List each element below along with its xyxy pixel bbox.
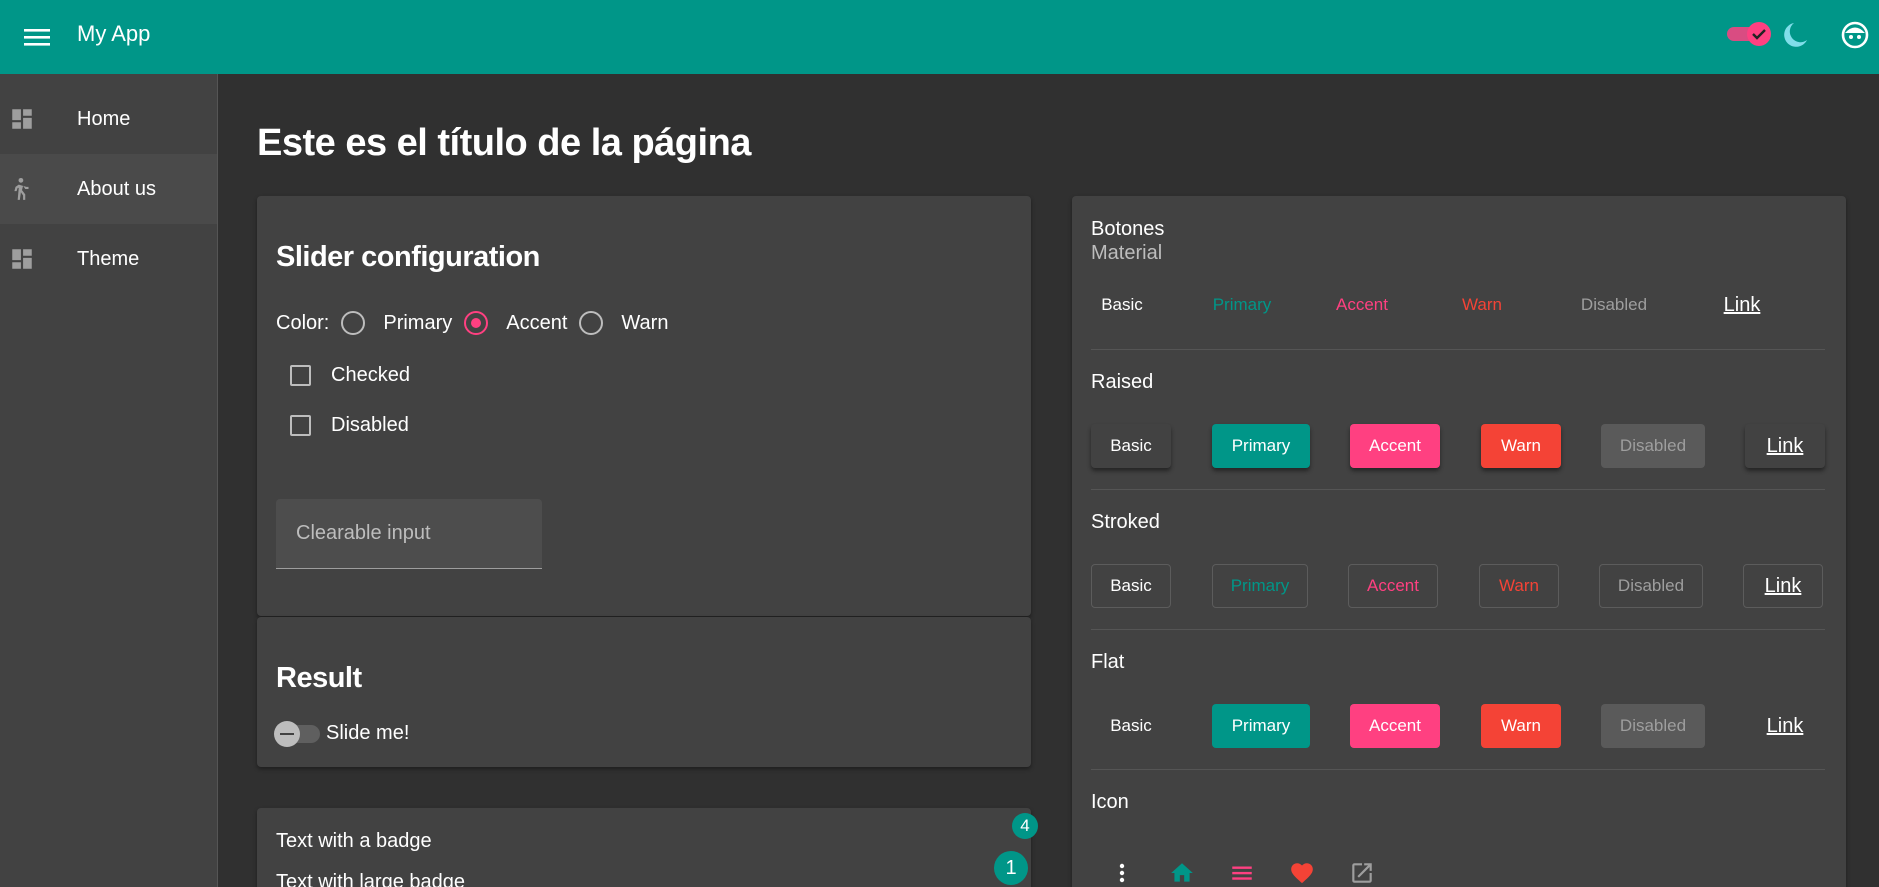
dashboard-icon — [12, 109, 32, 129]
radio-primary[interactable] — [341, 311, 366, 335]
open-in-new-icon-button[interactable] — [1342, 853, 1382, 887]
basic-warn-button[interactable]: Warn — [1442, 283, 1522, 327]
raised-primary-button[interactable]: Primary — [1212, 424, 1310, 468]
divider — [1091, 629, 1825, 630]
top-toolbar: My App — [0, 0, 1879, 74]
home-icon-button[interactable] — [1162, 853, 1202, 887]
slide-toggle[interactable]: Slide me! — [274, 720, 410, 747]
divider — [1091, 489, 1825, 490]
basic-primary-button[interactable]: Primary — [1202, 283, 1282, 327]
buttons-subtitle: Material — [1091, 242, 1163, 264]
menu-icon — [1232, 866, 1252, 880]
dark-mode-icon[interactable] — [1780, 20, 1810, 50]
basic-accent-button[interactable]: Accent — [1322, 283, 1402, 327]
sidebar-item-about-us[interactable]: About us — [0, 154, 217, 224]
home-icon — [1171, 863, 1193, 882]
raised-warn-button[interactable]: Warn — [1481, 424, 1561, 468]
theme-toggle[interactable] — [1725, 22, 1775, 46]
open-in-new-icon — [1352, 863, 1372, 883]
color-radio-group: Color: Primary Accent Warn — [276, 311, 668, 335]
basic-disabled-button: Disabled — [1580, 295, 1648, 314]
flat-primary-button[interactable]: Primary — [1212, 704, 1310, 748]
stroked-disabled-button: Disabled — [1599, 564, 1703, 608]
slider-config-card: Slider configuration Color: Primary Acce… — [257, 196, 1031, 616]
stroked-accent-button[interactable]: Accent — [1348, 564, 1438, 608]
disabled-checkbox-row[interactable]: Disabled — [290, 414, 409, 437]
flat-warn-button[interactable]: Warn — [1481, 704, 1561, 748]
radio-label-warn: Warn — [621, 311, 669, 334]
stroked-basic-button[interactable]: Basic — [1091, 564, 1171, 608]
heart-icon — [1291, 863, 1313, 884]
radio-label-primary: Primary — [383, 311, 453, 334]
small-badge: 4 — [1012, 813, 1038, 839]
badge-card: Text with a badge 4 Text with large badg… — [257, 808, 1038, 887]
color-label: Color: — [276, 311, 330, 334]
menu-icon-button[interactable] — [1222, 853, 1262, 887]
stroked-link-button[interactable]: Link — [1743, 564, 1823, 608]
flat-link-button[interactable]: Link — [1745, 704, 1825, 748]
sidebar-item-label: About us — [77, 177, 156, 200]
flat-disabled-button: Disabled — [1601, 704, 1705, 748]
buttons-card: Botones Material Basic Primary Accent Wa… — [1072, 196, 1846, 887]
checked-checkbox[interactable] — [290, 365, 311, 386]
card-title: Slider configuration — [276, 241, 540, 273]
app-title: My App — [77, 21, 151, 46]
sidenav: Home About us Theme — [0, 74, 218, 887]
stroked-primary-button[interactable]: Primary — [1212, 564, 1308, 608]
checked-checkbox-row[interactable]: Checked — [290, 364, 410, 387]
face-icon[interactable] — [1840, 20, 1870, 50]
buttons-title: Botones — [1091, 218, 1165, 240]
more-vert-icon — [1119, 863, 1125, 883]
divider — [1091, 769, 1825, 770]
flat-accent-button[interactable]: Accent — [1350, 704, 1440, 748]
basic-basic-button[interactable]: Basic — [1082, 283, 1162, 327]
badge-text: Text with a badge — [276, 830, 432, 852]
menu-button[interactable] — [22, 22, 52, 52]
menu-icon — [24, 29, 50, 46]
flat-basic-button[interactable]: Basic — [1091, 704, 1171, 748]
radio-warn[interactable] — [579, 311, 604, 335]
clearable-input[interactable] — [276, 499, 542, 568]
raised-accent-button[interactable]: Accent — [1350, 424, 1440, 468]
large-badge: 1 — [994, 851, 1028, 885]
sidebar-item-theme[interactable]: Theme — [0, 224, 217, 294]
more-vert-icon-button[interactable] — [1102, 853, 1142, 887]
icon-section-title: Icon — [1091, 791, 1129, 813]
dashboard-icon — [12, 249, 32, 269]
result-card: Result Slide me! — [257, 617, 1031, 767]
slide-toggle-track[interactable] — [274, 720, 320, 747]
raised-disabled-button: Disabled — [1601, 424, 1705, 468]
raised-section-title: Raised — [1091, 371, 1154, 393]
radio-accent[interactable] — [464, 311, 489, 335]
slide-toggle-label: Slide me! — [326, 722, 410, 744]
sidebar-item-label: Theme — [77, 247, 140, 270]
stroked-section-title: Stroked — [1091, 511, 1160, 533]
disabled-checkbox[interactable] — [290, 415, 311, 436]
checkbox-label: Disabled — [331, 414, 409, 436]
radio-label-accent: Accent — [506, 311, 568, 334]
divider — [1091, 349, 1825, 350]
checkbox-label: Checked — [331, 364, 410, 386]
page-title: Este es el título de la página — [257, 122, 751, 164]
basic-link-button[interactable]: Link — [1702, 283, 1782, 327]
sidebar-item-home[interactable]: Home — [0, 84, 217, 154]
raised-basic-button[interactable]: Basic — [1091, 424, 1171, 468]
clearable-input-field[interactable] — [276, 499, 542, 569]
badge-text: Text with large badge — [276, 871, 466, 887]
flat-section-title: Flat — [1091, 651, 1125, 673]
favorite-icon-button[interactable] — [1282, 853, 1322, 887]
walking-person-icon — [14, 177, 29, 200]
card-title: Result — [276, 662, 362, 694]
slide-toggle-thumb[interactable] — [274, 720, 300, 747]
stroked-warn-button[interactable]: Warn — [1479, 564, 1559, 608]
raised-link-button[interactable]: Link — [1745, 424, 1825, 468]
sidebar-item-label: Home — [77, 107, 131, 130]
